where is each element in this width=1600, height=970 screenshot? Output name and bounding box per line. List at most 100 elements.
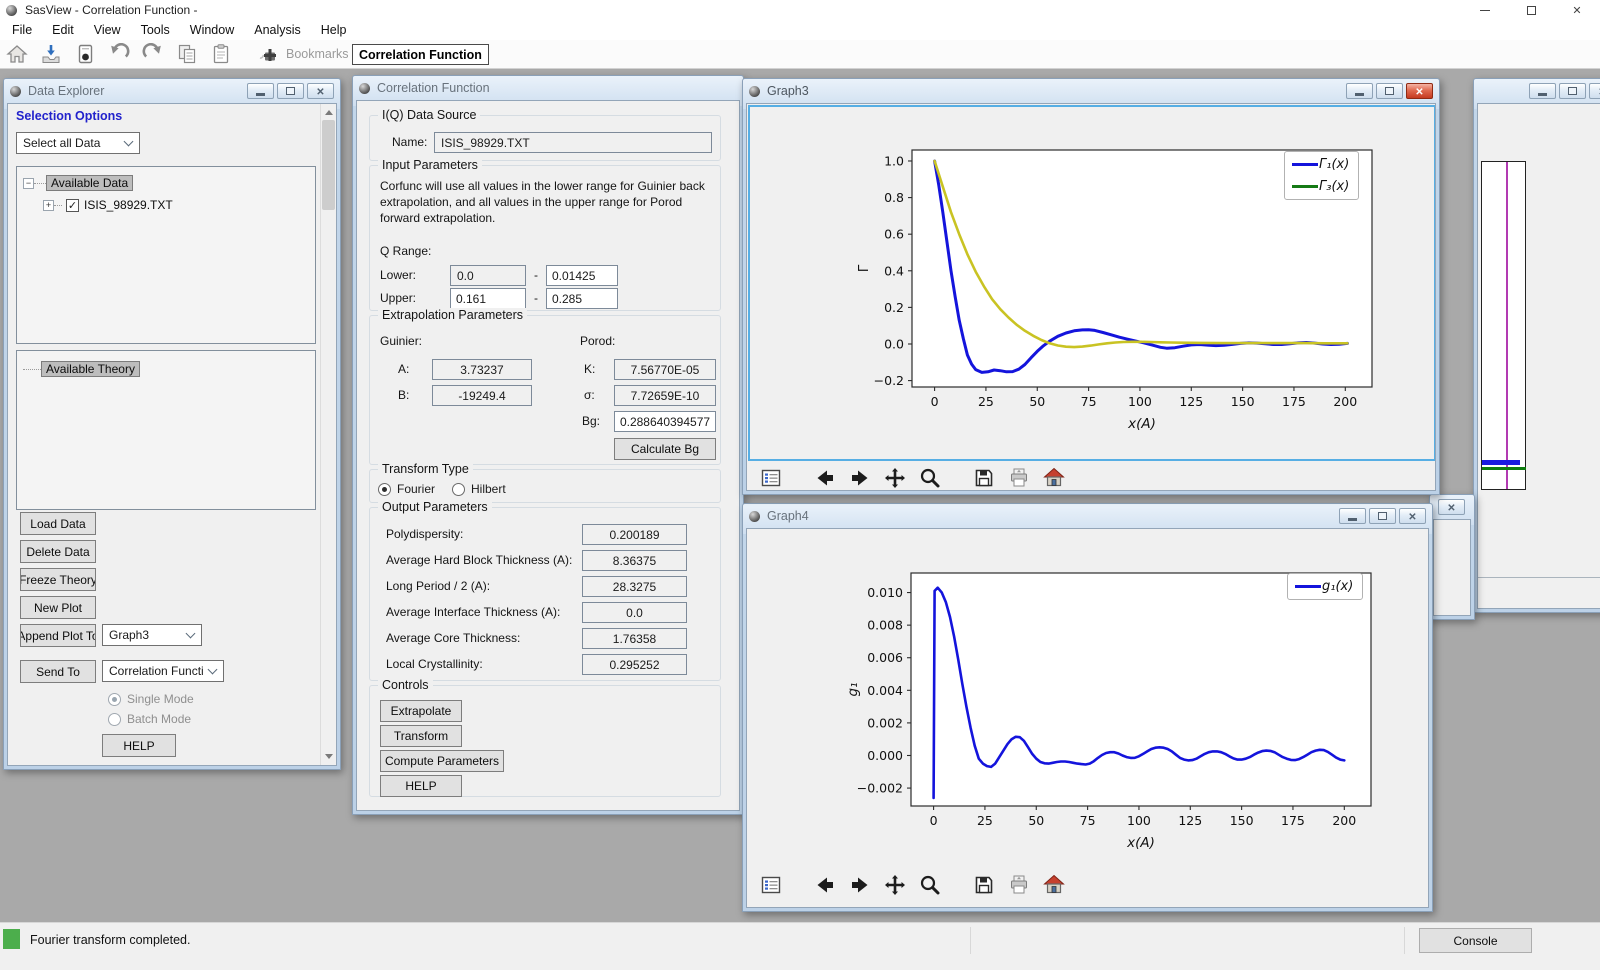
forward-icon[interactable] — [848, 873, 872, 897]
close-icon[interactable] — [307, 83, 334, 99]
freeze-theory-button[interactable]: Freeze Theory — [20, 568, 96, 591]
close-icon[interactable] — [1438, 499, 1465, 515]
save-icon[interactable] — [972, 466, 996, 490]
maximize-icon[interactable] — [1376, 83, 1403, 99]
delete-data-button[interactable]: Delete Data — [20, 540, 96, 563]
q-lower-min-field: 0.0 — [450, 265, 526, 286]
chevron-down-icon — [208, 664, 218, 674]
background-field[interactable]: 0.288640394577 — [614, 411, 716, 432]
menu-edit[interactable]: Edit — [42, 23, 84, 37]
minimize-icon[interactable] — [1346, 83, 1373, 99]
home-icon[interactable] — [1042, 873, 1066, 897]
graph4-figure: 0255075100125150175200−0.0020.0000.0020.… — [749, 565, 1429, 867]
maximize-icon[interactable] — [1559, 83, 1586, 99]
print-icon[interactable] — [1007, 466, 1031, 490]
maximize-icon[interactable] — [1369, 508, 1396, 524]
tree-node-available-data[interactable]: Available Data — [46, 175, 133, 191]
paste-icon[interactable] — [206, 41, 236, 67]
append-plot-button[interactable]: Append Plot To — [20, 624, 96, 647]
pan-icon[interactable] — [883, 466, 907, 490]
scroll-up-icon[interactable] — [325, 110, 333, 115]
subplots-icon[interactable] — [759, 873, 783, 897]
back-icon[interactable] — [813, 466, 837, 490]
load-data-button[interactable]: Load Data — [20, 512, 96, 535]
back-icon[interactable] — [813, 873, 837, 897]
send-to-button[interactable]: Send To — [20, 660, 96, 683]
hidden-window-fragment[interactable] — [1429, 494, 1475, 620]
single-mode-radio[interactable]: Single Mode — [108, 692, 194, 706]
maximize-icon[interactable] — [1508, 0, 1554, 20]
scroll-down-icon[interactable] — [325, 754, 333, 759]
append-plot-combo[interactable]: Graph3 — [102, 624, 202, 646]
zoom-icon[interactable] — [918, 873, 942, 897]
redo-icon[interactable] — [138, 41, 168, 67]
new-plot-button[interactable]: New Plot — [20, 596, 96, 619]
report-icon[interactable] — [70, 41, 100, 67]
menu-tools[interactable]: Tools — [131, 23, 180, 37]
forward-icon[interactable] — [848, 466, 872, 490]
pan-icon[interactable] — [883, 873, 907, 897]
vertical-scrollbar[interactable] — [320, 104, 336, 765]
maximize-icon[interactable] — [277, 83, 304, 99]
menu-file[interactable]: File — [2, 23, 42, 37]
minimize-icon[interactable] — [247, 83, 274, 99]
graph4-toolbar — [759, 873, 1066, 897]
q-upper-min-field[interactable]: 0.161 — [450, 288, 526, 309]
help-button[interactable]: HELP — [380, 775, 462, 797]
q-upper-max-field[interactable]: 0.285 — [546, 288, 618, 309]
minimize-icon[interactable] — [1462, 0, 1508, 20]
correlation-function-window[interactable]: Correlation Function I(Q) Data Source Na… — [352, 75, 744, 815]
close-icon[interactable] — [1406, 83, 1433, 99]
collapse-icon[interactable] — [23, 178, 34, 189]
console-button[interactable]: Console — [1419, 928, 1532, 953]
close-icon[interactable]: ✕ — [1554, 0, 1600, 20]
home-icon[interactable] — [2, 41, 32, 67]
background-graph-window[interactable] — [1473, 78, 1600, 613]
plot-legend: g₁(x) — [1287, 573, 1363, 600]
q-lower-max-field[interactable]: 0.01425 — [546, 265, 618, 286]
print-icon[interactable] — [1007, 873, 1031, 897]
fourier-radio[interactable]: Fourier — [378, 482, 435, 496]
minimize-icon[interactable] — [1339, 508, 1366, 524]
graph3-window[interactable]: Graph3 0255075100125150175200−0.20.00.20… — [742, 78, 1440, 495]
window-title: Graph3 — [767, 84, 809, 98]
menu-analysis[interactable]: Analysis — [244, 23, 311, 37]
analysis-selector[interactable]: Correlation Function — [352, 44, 489, 65]
help-button[interactable]: HELP — [102, 734, 176, 757]
select-data-combo[interactable]: Select all Data — [16, 132, 140, 154]
tree-node-available-theory[interactable]: Available Theory — [41, 361, 140, 377]
close-icon[interactable] — [1399, 508, 1426, 524]
data-explorer-window[interactable]: Data Explorer Selection Options Select a… — [3, 78, 341, 770]
zoom-icon[interactable] — [918, 466, 942, 490]
svg-text:0.6: 0.6 — [884, 227, 904, 242]
batch-mode-radio[interactable]: Batch Mode — [108, 712, 191, 726]
expand-icon[interactable] — [43, 200, 54, 211]
dataset-checkbox[interactable] — [66, 199, 79, 212]
transform-button[interactable]: Transform — [380, 725, 462, 747]
menu-help[interactable]: Help — [311, 23, 357, 37]
minimize-icon[interactable] — [1529, 83, 1556, 99]
svg-text:75: 75 — [1081, 394, 1097, 409]
graph4-plot[interactable]: 0255075100125150175200−0.0020.0000.0020.… — [749, 565, 1429, 865]
subplots-icon[interactable] — [759, 466, 783, 490]
scroll-thumb[interactable] — [322, 120, 335, 210]
send-to-combo[interactable]: Correlation Function — [102, 660, 224, 682]
save-icon[interactable] — [972, 873, 996, 897]
menu-window[interactable]: Window — [180, 23, 244, 37]
calculate-bg-button[interactable]: Calculate Bg — [614, 438, 716, 460]
compute-parameters-button[interactable]: Compute Parameters — [380, 750, 504, 772]
copy-icon[interactable] — [172, 41, 202, 67]
graph4-window[interactable]: Graph4 0255075100125150175200−0.0020.000… — [742, 503, 1433, 912]
undo-icon[interactable] — [104, 41, 134, 67]
save-icon[interactable] — [36, 41, 66, 67]
home-icon[interactable] — [1042, 466, 1066, 490]
extrapolate-button[interactable]: Extrapolate — [380, 700, 462, 722]
svg-text:100: 100 — [1128, 394, 1152, 409]
close-icon[interactable] — [1589, 83, 1600, 99]
local-crystallinity-field: 0.295252 — [582, 654, 687, 675]
menu-view[interactable]: View — [84, 23, 131, 37]
tree-node-dataset[interactable]: ISIS_98929.TXT — [84, 198, 173, 212]
svg-text:−0.002: −0.002 — [857, 781, 903, 796]
bookmarks-button[interactable]: Bookmarks — [252, 41, 362, 67]
hilbert-radio[interactable]: Hilbert — [452, 482, 506, 496]
